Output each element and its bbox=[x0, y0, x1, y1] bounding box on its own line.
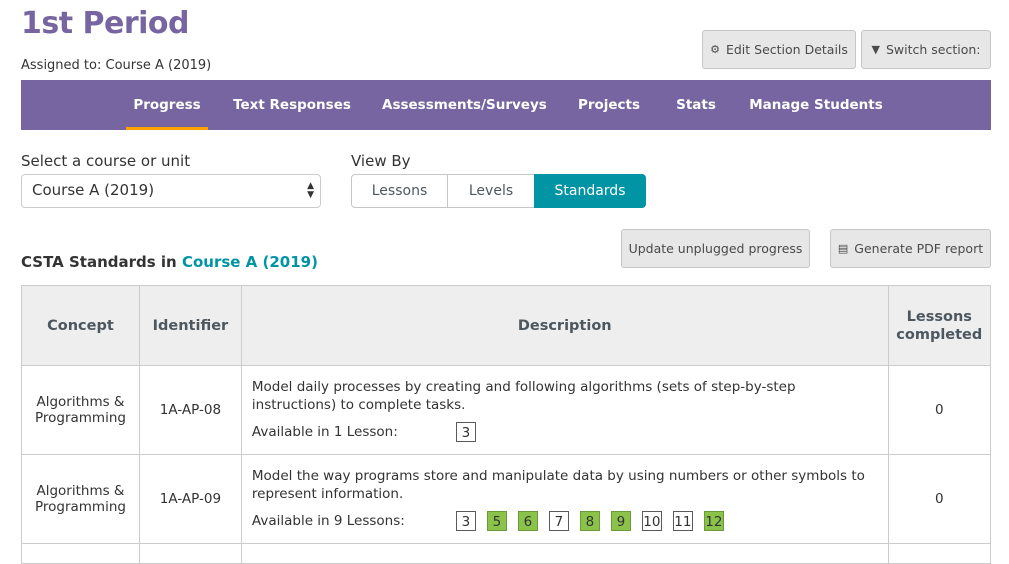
lesson-box[interactable]: 11 bbox=[672, 511, 693, 531]
empty-cell bbox=[887, 543, 992, 564]
switch-section-button[interactable]: ▼ Switch section: bbox=[861, 30, 991, 69]
section-nav: Progress Text Responses Assessments/Surv… bbox=[21, 80, 991, 130]
empty-cell bbox=[240, 543, 889, 564]
table-row bbox=[21, 543, 992, 564]
column-lessons-completed-label: Lessons completed bbox=[896, 308, 983, 343]
tab-projects[interactable]: Projects bbox=[574, 80, 644, 130]
edit-section-button[interactable]: ⚙ Edit Section Details bbox=[702, 30, 856, 69]
tab-progress[interactable]: Progress bbox=[126, 80, 208, 130]
page-title: 1st Period bbox=[21, 6, 190, 41]
description-text: Model the way programs store and manipul… bbox=[251, 468, 865, 502]
lesson-box[interactable]: 6 bbox=[517, 511, 538, 531]
select-arrows-icon: ▲ ▼ bbox=[307, 181, 314, 200]
identifier-cell: 1A-AP-08 bbox=[138, 365, 242, 455]
empty-cell bbox=[138, 543, 242, 564]
empty-cell bbox=[21, 543, 140, 564]
available-lessons: Available in 9 Lessons: 3 5 6 7 8 9 10 1… bbox=[252, 511, 878, 531]
edit-section-label: Edit Section Details bbox=[725, 42, 848, 57]
tab-manage-students[interactable]: Manage Students bbox=[749, 80, 883, 130]
description-cell: Model the way programs store and manipul… bbox=[240, 454, 889, 544]
lesson-box[interactable]: 3 bbox=[455, 422, 476, 442]
generate-pdf-label: Generate PDF report bbox=[854, 241, 984, 256]
course-select-value: Course A (2019) bbox=[32, 181, 155, 199]
tab-assessments-surveys[interactable]: Assessments/Surveys bbox=[382, 80, 547, 130]
available-lessons: Available in 1 Lesson: 3 bbox=[252, 422, 878, 442]
lesson-box[interactable]: 12 bbox=[703, 511, 724, 531]
standards-table: Concept Identifier Description Lessons c… bbox=[21, 285, 992, 564]
lesson-box[interactable]: 3 bbox=[455, 511, 476, 531]
column-lessons-completed: Lessons completed bbox=[887, 285, 992, 366]
available-label: Available in 9 Lessons: bbox=[251, 513, 405, 529]
lesson-box[interactable]: 10 bbox=[641, 511, 662, 531]
standards-heading-prefix: CSTA Standards in bbox=[21, 253, 177, 271]
course-link[interactable]: Course A (2019) bbox=[182, 253, 318, 271]
column-concept: Concept bbox=[21, 285, 140, 366]
column-description: Description bbox=[240, 285, 889, 366]
lesson-box[interactable]: 9 bbox=[610, 511, 631, 531]
tab-stats[interactable]: Stats bbox=[672, 80, 720, 130]
view-lessons-toggle[interactable]: Lessons bbox=[351, 174, 448, 208]
assigned-course: Assigned to: Course A (2019) bbox=[21, 58, 212, 73]
concept-cell: Algorithms & Programming bbox=[21, 454, 140, 544]
view-levels-toggle[interactable]: Levels bbox=[447, 174, 535, 208]
concept-cell: Algorithms & Programming bbox=[21, 365, 140, 455]
identifier-cell: 1A-AP-09 bbox=[138, 454, 242, 544]
caret-down-icon: ▼ bbox=[871, 43, 880, 56]
document-icon: ▤ bbox=[837, 242, 849, 255]
description-text: Model daily processes by creating and fo… bbox=[251, 379, 796, 413]
view-by-label: View By bbox=[351, 152, 411, 170]
view-standards-toggle[interactable]: Standards bbox=[534, 174, 646, 208]
course-select[interactable]: Course A (2019) ▲ ▼ bbox=[21, 174, 321, 208]
lessons-completed-cell: 0 bbox=[887, 365, 992, 455]
available-label: Available in 1 Lesson: bbox=[251, 424, 398, 440]
generate-pdf-button[interactable]: ▤ Generate PDF report bbox=[830, 229, 991, 268]
switch-section-label: Switch section: bbox=[885, 42, 981, 57]
standards-heading: CSTA Standards in Course A (2019) bbox=[21, 253, 318, 271]
column-identifier: Identifier bbox=[138, 285, 242, 366]
course-select-label: Select a course or unit bbox=[21, 152, 191, 170]
lesson-box[interactable]: 7 bbox=[548, 511, 569, 531]
tab-text-responses[interactable]: Text Responses bbox=[231, 80, 353, 130]
description-cell: Model daily processes by creating and fo… bbox=[240, 365, 889, 455]
update-unplugged-button[interactable]: Update unplugged progress bbox=[621, 229, 810, 268]
table-row: Algorithms & Programming 1A-AP-08 Model … bbox=[21, 365, 992, 455]
lesson-box[interactable]: 5 bbox=[486, 511, 507, 531]
lesson-box[interactable]: 8 bbox=[579, 511, 600, 531]
table-row: Algorithms & Programming 1A-AP-09 Model … bbox=[21, 454, 992, 544]
lessons-completed-cell: 0 bbox=[887, 454, 992, 544]
gear-icon: ⚙ bbox=[710, 43, 720, 56]
update-unplugged-label: Update unplugged progress bbox=[628, 241, 803, 256]
